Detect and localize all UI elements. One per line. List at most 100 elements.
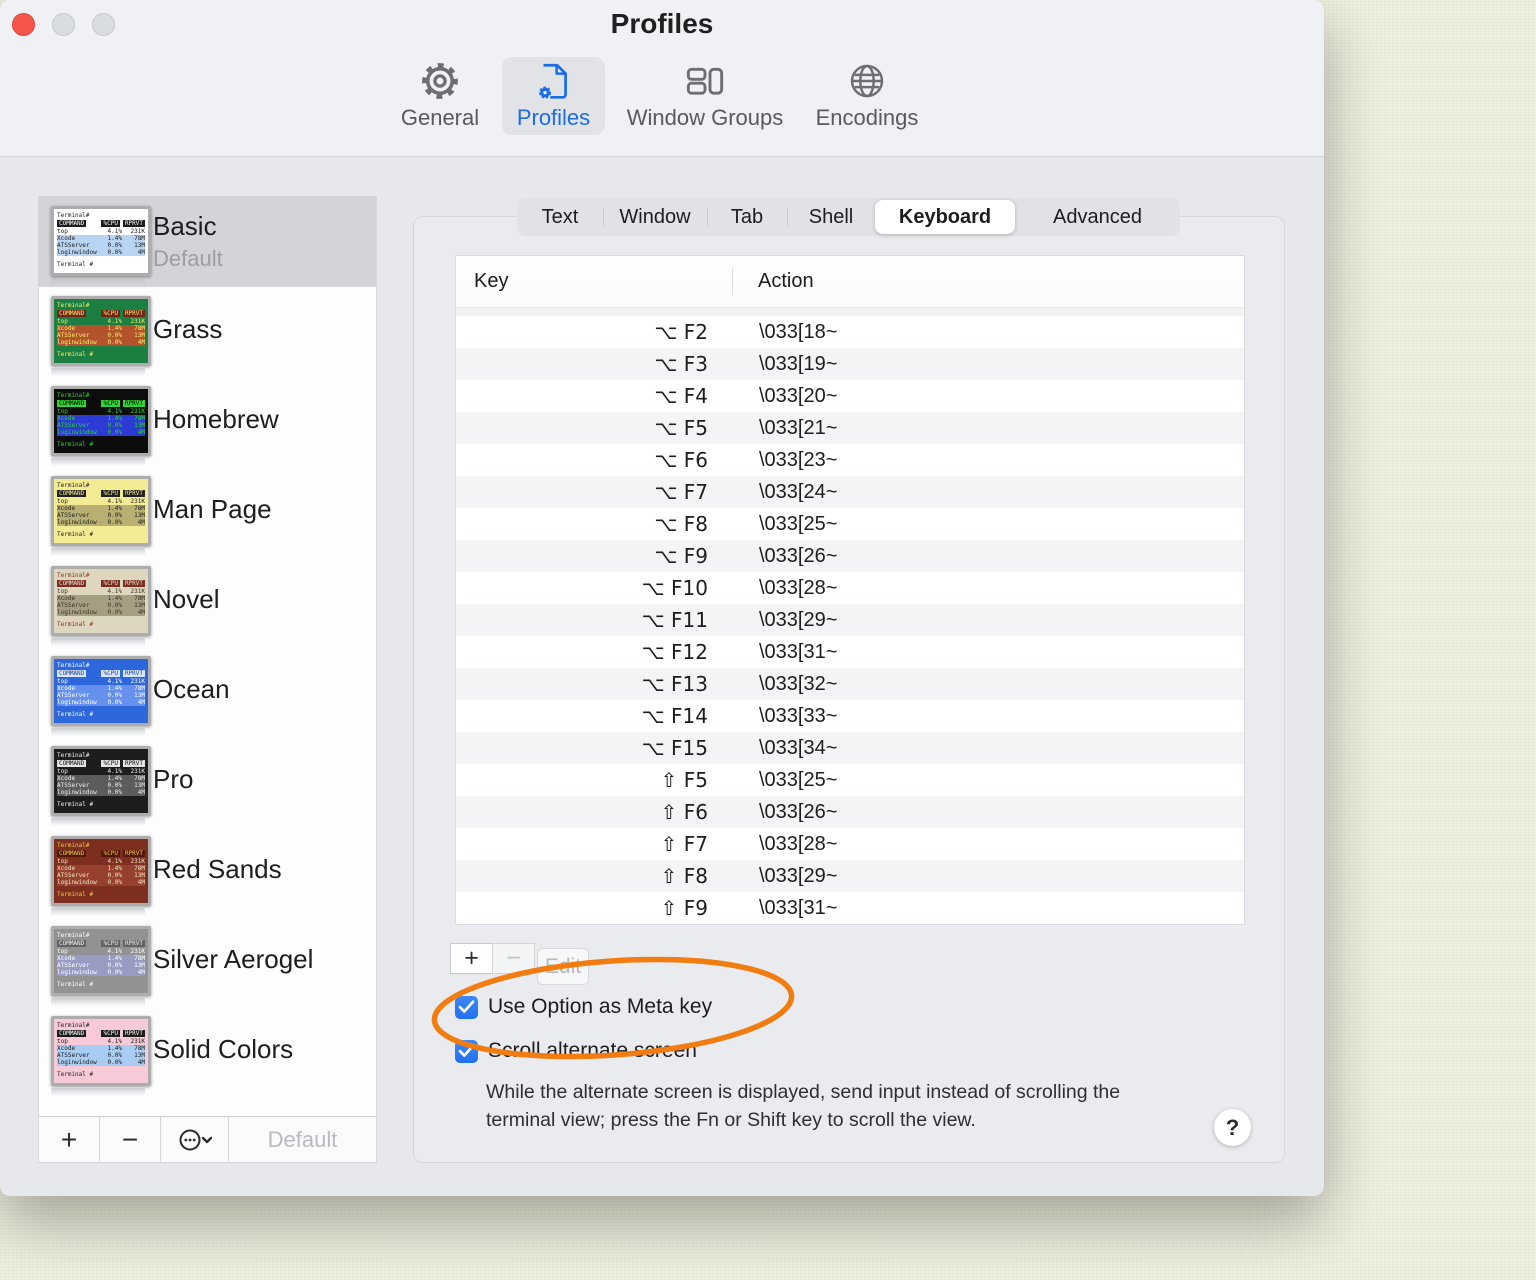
table-row[interactable]: ⇧ F8 \033[29~ (456, 860, 1244, 892)
column-header-action[interactable]: Action (758, 270, 814, 293)
action-cell: \033[31~ (759, 896, 838, 919)
thumbnail-reflection (51, 458, 145, 466)
checkbox-use-option-as-meta[interactable] (455, 995, 478, 1019)
table-row[interactable]: ⇧ F5 \033[25~ (456, 764, 1244, 796)
table-row[interactable]: ⌥ F14 \033[33~ (456, 700, 1244, 732)
action-cell: \033[29~ (759, 864, 838, 887)
profile-thumbnail: Terminal# COMMAND %CPU RPRVT top 4.1% 231K… (51, 656, 151, 736)
thumbnail-reflection (51, 818, 145, 826)
profile-document-icon (535, 57, 573, 105)
table-header: Key Action (456, 256, 1244, 308)
window-groups-icon (685, 57, 725, 105)
thumbnail-reflection (51, 728, 145, 736)
key-mapping-table: Key Action ⌥ F2 \033[18~ ⌥ F3 \033[19~ ⌥… (455, 255, 1245, 925)
key-cell: ⌥ F12 (641, 640, 708, 664)
table-row[interactable]: ⌥ F9 \033[26~ (456, 540, 1244, 572)
profile-sidebar: Terminal# COMMAND %CPU RPRVT top 4.1% 231K… (38, 196, 377, 1163)
checkbox-scroll-alternate-screen[interactable] (455, 1039, 478, 1063)
profile-list-item[interactable]: Terminal# COMMAND %CPU RPRVT top 4.1% 231K… (39, 197, 376, 287)
remove-key-button[interactable]: − (492, 943, 535, 974)
toolbar-item-profiles[interactable]: Profiles (502, 57, 605, 135)
table-row[interactable]: ⌥ F7 \033[24~ (456, 476, 1244, 508)
profile-list-item[interactable]: Terminal# COMMAND %CPU RPRVT top 4.1% 231K… (39, 557, 376, 647)
key-cell: ⌥ F6 (654, 448, 708, 472)
profile-list-item[interactable]: Terminal# COMMAND %CPU RPRVT top 4.1% 231K… (39, 1007, 376, 1097)
ellipsis-circle-chevron-icon (179, 1129, 212, 1150)
profile-thumbnail: Terminal# COMMAND %CPU RPRVT top 4.1% 231K… (51, 296, 151, 376)
profile-list-item[interactable]: Terminal# COMMAND %CPU RPRVT top 4.1% 231K… (39, 467, 376, 557)
profile-name: Silver Aerogel (153, 944, 314, 974)
toolbar-item-window-groups[interactable]: Window Groups (618, 57, 792, 135)
key-cell: ⌥ F4 (654, 384, 708, 408)
remove-profile-button[interactable]: − (100, 1117, 161, 1162)
profile-thumbnail: Terminal# COMMAND %CPU RPRVT top 4.1% 231K… (51, 476, 151, 556)
toolbar-item-general[interactable]: General (392, 57, 488, 135)
profile-list-item[interactable]: Terminal# COMMAND %CPU RPRVT top 4.1% 231K… (39, 287, 376, 377)
table-row[interactable]: ⌥ F10 \033[28~ (456, 572, 1244, 604)
checkbox-label: Scroll alternate screen (488, 1039, 697, 1062)
table-row[interactable]: ⌥ F3 \033[19~ (456, 348, 1244, 380)
profile-list-item[interactable]: Terminal# COMMAND %CPU RPRVT top 4.1% 231K… (39, 917, 376, 1007)
profile-subtitle: Default (153, 246, 223, 271)
profile-name: Homebrew (153, 404, 279, 434)
key-cell: ⇧ F6 (660, 800, 708, 824)
tab-shell[interactable]: Shell (787, 198, 875, 236)
table-row[interactable]: ⇧ F7 \033[28~ (456, 828, 1244, 860)
table-row[interactable]: ⌥ F11 \033[29~ (456, 604, 1244, 636)
profile-list-item[interactable]: Terminal# COMMAND %CPU RPRVT top 4.1% 231K… (39, 827, 376, 917)
action-cell: \033[33~ (759, 704, 838, 727)
table-row[interactable]: ⌥ F4 \033[20~ (456, 380, 1244, 412)
profile-thumbnail: Terminal# COMMAND %CPU RPRVT top 4.1% 231K… (51, 206, 151, 286)
thumbnail-reflection (51, 548, 145, 556)
minus-icon: − (121, 1123, 139, 1155)
edit-key-button[interactable]: Edit (537, 948, 589, 985)
thumbnail-reflection (51, 368, 145, 376)
checkmark-icon (458, 1044, 475, 1057)
toolbar-label: Window Groups (626, 105, 784, 130)
table-row[interactable]: ⌥ F8 \033[25~ (456, 508, 1244, 540)
partially-scrolled-row (456, 308, 1244, 316)
default-button[interactable]: Default (229, 1117, 376, 1162)
table-row[interactable]: ⇧ F6 \033[26~ (456, 796, 1244, 828)
tab-text[interactable]: Text (517, 198, 603, 236)
table-row[interactable]: ⌥ F13 \033[32~ (456, 668, 1244, 700)
tab-tab[interactable]: Tab (707, 198, 787, 236)
plus-icon: + (60, 1123, 78, 1155)
table-row[interactable]: ⌥ F15 \033[34~ (456, 732, 1244, 764)
column-header-key[interactable]: Key (456, 270, 508, 293)
checkbox-label: Use Option as Meta key (488, 995, 713, 1018)
add-key-button[interactable]: + (450, 943, 493, 974)
action-cell: \033[21~ (759, 416, 838, 439)
more-options-button[interactable] (161, 1117, 229, 1162)
profile-list: Terminal# COMMAND %CPU RPRVT top 4.1% 231K… (39, 197, 376, 1117)
add-profile-button[interactable]: + (39, 1117, 100, 1162)
tab-window[interactable]: Window (603, 198, 707, 236)
action-cell: \033[19~ (759, 352, 838, 375)
action-cell: \033[31~ (759, 640, 838, 663)
profile-list-item[interactable]: Terminal# COMMAND %CPU RPRVT top 4.1% 231K… (39, 377, 376, 467)
table-row[interactable]: ⇧ F9 \033[31~ (456, 892, 1244, 924)
action-cell: \033[28~ (759, 832, 838, 855)
profile-list-item[interactable]: Terminal# COMMAND %CPU RPRVT top 4.1% 231K… (39, 647, 376, 737)
profile-list-item[interactable]: Terminal# COMMAND %CPU RPRVT top 4.1% 231K… (39, 737, 376, 827)
tab-advanced[interactable]: Advanced (1015, 198, 1180, 236)
settings-tabbar: Text Window Tab Shell Keyboard Advanced (517, 198, 1180, 236)
key-cell: ⌥ F8 (654, 512, 708, 536)
preferences-window: Profiles General Profiles Window Groups … (0, 0, 1324, 1196)
table-row[interactable]: ⌥ F5 \033[21~ (456, 412, 1244, 444)
table-row[interactable]: ⌥ F6 \033[23~ (456, 444, 1244, 476)
column-divider[interactable] (732, 268, 733, 295)
toolbar-label: Profiles (516, 105, 591, 130)
profile-thumbnail: Terminal# COMMAND %CPU RPRVT top 4.1% 231K… (51, 746, 151, 826)
thumbnail-reflection (51, 998, 145, 1006)
help-button[interactable]: ? (1214, 1109, 1251, 1146)
table-row[interactable]: ⌥ F12 \033[31~ (456, 636, 1244, 668)
use-option-as-meta-row: Use Option as Meta key (455, 995, 712, 1019)
toolbar-item-encodings[interactable]: Encodings (806, 57, 928, 135)
profile-thumbnail: Terminal# COMMAND %CPU RPRVT top 4.1% 231K… (51, 926, 151, 1006)
table-row[interactable]: ⌥ F2 \033[18~ (456, 316, 1244, 348)
key-cell: ⇧ F5 (660, 768, 708, 792)
tab-keyboard[interactable]: Keyboard (875, 200, 1015, 234)
profile-name: Red Sands (153, 854, 282, 884)
profile-name: Man Page (153, 494, 272, 524)
